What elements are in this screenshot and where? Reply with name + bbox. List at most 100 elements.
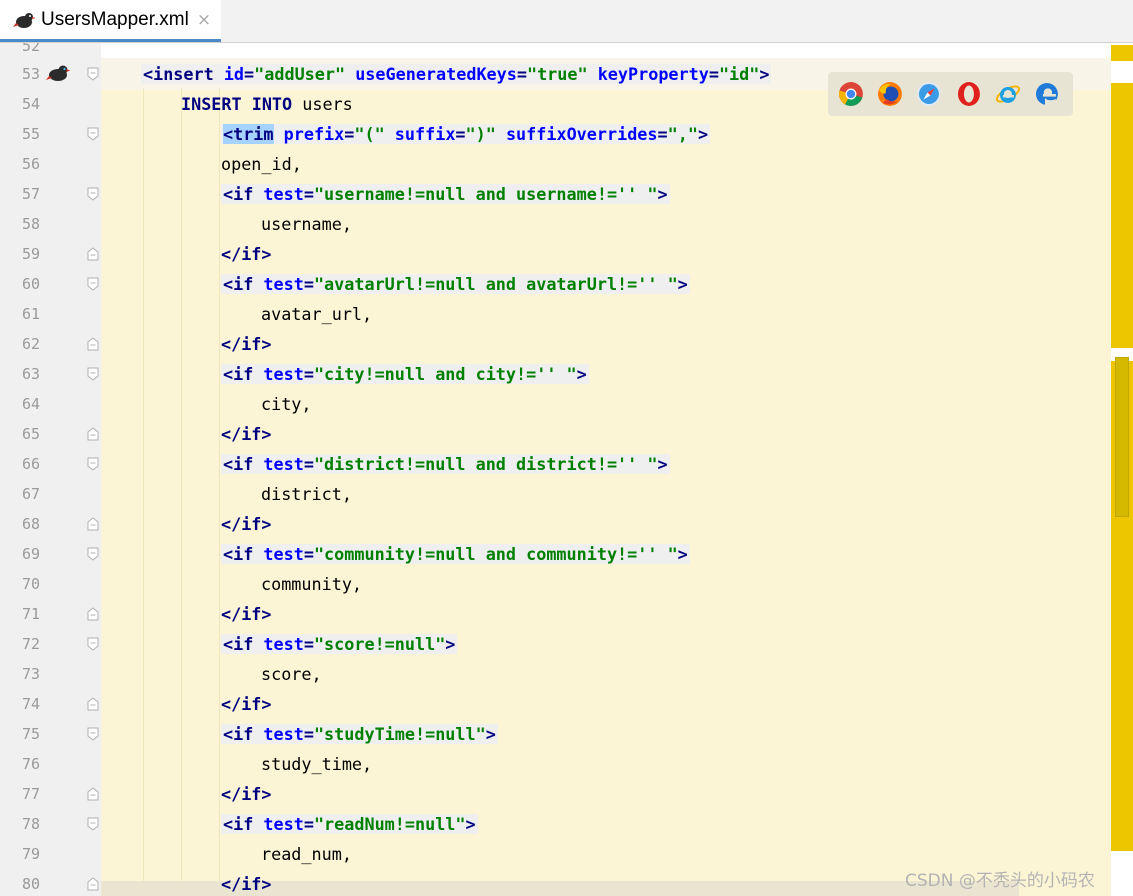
line-number: 63 xyxy=(21,365,40,383)
code-token: test xyxy=(263,724,304,744)
line-number: 72 xyxy=(21,635,40,653)
code-line[interactable]: </if> xyxy=(221,329,272,359)
close-icon[interactable]: × xyxy=(197,10,211,30)
code-token: </if> xyxy=(221,784,272,804)
fold-collapse-icon[interactable] xyxy=(87,367,99,381)
code-line[interactable]: username, xyxy=(261,209,352,239)
fold-end-icon[interactable] xyxy=(87,517,99,531)
line-number: 64 xyxy=(21,395,40,413)
code-text: </if> xyxy=(221,424,272,444)
code-token: = xyxy=(455,124,466,144)
code-text: </if> xyxy=(221,784,272,804)
line-number: 54 xyxy=(21,95,40,113)
watermark: CSDN @不秃头的小码农 xyxy=(905,871,1095,891)
code-token: INSERT INTO xyxy=(181,94,303,114)
code-text: </if> xyxy=(221,514,272,534)
code-line[interactable]: <if test="district!=null and district!='… xyxy=(221,449,670,479)
firefox-icon[interactable] xyxy=(877,81,903,107)
code-line[interactable]: </if> xyxy=(221,599,272,629)
code-line[interactable]: <if test="city!=null and city!='' "> xyxy=(221,359,589,389)
fold-end-icon[interactable] xyxy=(87,607,99,621)
code-line[interactable]: </if> xyxy=(221,779,272,809)
internet-explorer-icon[interactable] xyxy=(995,81,1021,107)
fold-end-icon[interactable] xyxy=(87,697,99,711)
xml-tag: <if test="avatarUrl!=null and avatarUrl!… xyxy=(221,274,690,294)
code-token: suffix xyxy=(394,124,456,144)
code-line[interactable]: avatar_url, xyxy=(261,299,372,329)
code-line[interactable]: <if test="studyTime!=null"> xyxy=(221,719,498,749)
line-number: 62 xyxy=(21,335,40,353)
code-token: "community!=null and community!='' " xyxy=(313,544,678,564)
code-token: = xyxy=(244,64,255,84)
code-line[interactable]: INSERT INTO users xyxy=(181,89,353,119)
fold-collapse-icon[interactable] xyxy=(87,277,99,291)
code-token: <if xyxy=(223,634,264,654)
fold-collapse-icon[interactable] xyxy=(87,187,99,201)
fold-end-icon[interactable] xyxy=(87,247,99,261)
fold-collapse-icon[interactable] xyxy=(87,817,99,831)
code-line[interactable]: community, xyxy=(261,569,362,599)
code-line[interactable]: <trim prefix="(" suffix=")" suffixOverri… xyxy=(221,119,711,149)
code-line[interactable]: <if test="username!=null and username!='… xyxy=(221,179,670,209)
fold-end-icon[interactable] xyxy=(87,427,99,441)
line-number: 78 xyxy=(21,815,40,833)
code-token: > xyxy=(677,544,688,564)
code-line[interactable]: </if> xyxy=(221,509,272,539)
xml-tag: <if test="community!=null and community!… xyxy=(221,544,690,564)
line-number: 75 xyxy=(21,725,40,743)
opera-icon[interactable] xyxy=(956,81,982,107)
code-token: </if> xyxy=(221,514,272,534)
fold-collapse-icon[interactable] xyxy=(87,727,99,741)
code-line[interactable]: <if test="community!=null and community!… xyxy=(221,539,690,569)
code-line[interactable]: <insert id="addUser" useGeneratedKeys="t… xyxy=(141,59,772,89)
code-token: = xyxy=(516,64,527,84)
code-line[interactable]: read_num, xyxy=(261,839,352,869)
code-line[interactable]: district, xyxy=(261,479,352,509)
line-number: 57 xyxy=(21,185,40,203)
tab-title: UsersMapper.xml xyxy=(41,8,189,30)
mybatis-bird-icon[interactable] xyxy=(46,63,70,83)
fold-collapse-icon[interactable] xyxy=(87,457,99,471)
code-line[interactable]: <if test="score!=null"> xyxy=(221,629,458,659)
error-stripe-scrollbar[interactable] xyxy=(1111,43,1133,896)
code-token: prefix xyxy=(283,124,345,144)
code-line[interactable]: </if> xyxy=(221,689,272,719)
code-token: = xyxy=(303,724,314,744)
code-token: </if> xyxy=(221,694,272,714)
line-number-gutter[interactable]: 52 53 54 55 56 57 58 59 60 61 62 63 64 65 66 67 68 69 70 7… xyxy=(0,43,101,896)
scrollbar-thumb[interactable] xyxy=(1115,357,1129,517)
fold-collapse-icon[interactable] xyxy=(87,127,99,141)
line-number: 56 xyxy=(21,155,40,173)
code-line[interactable]: </if> xyxy=(221,419,272,449)
xml-tag: <trim prefix="(" suffix=")" suffixOverri… xyxy=(221,124,711,144)
fold-end-icon[interactable] xyxy=(87,337,99,351)
code-line[interactable]: </if> xyxy=(221,869,272,896)
code-editor[interactable]: <insert id="addUser" useGeneratedKeys="t… xyxy=(101,43,1111,896)
xml-tag: <if test="score!=null"> xyxy=(221,634,458,654)
code-line[interactable]: score, xyxy=(261,659,322,689)
code-token: "true" xyxy=(526,64,598,84)
code-line[interactable]: <if test="avatarUrl!=null and avatarUrl!… xyxy=(221,269,690,299)
chrome-icon[interactable] xyxy=(838,81,864,107)
code-token: <if xyxy=(223,364,264,384)
code-token: "score!=null" xyxy=(313,634,446,654)
code-line[interactable]: city, xyxy=(261,389,312,419)
code-line[interactable]: </if> xyxy=(221,239,272,269)
tab-users-mapper[interactable]: UsersMapper.xml × xyxy=(0,0,221,42)
fold-end-icon[interactable] xyxy=(87,877,99,891)
code-text: open_id, xyxy=(221,154,302,174)
fold-collapse-icon[interactable] xyxy=(87,547,99,561)
code-token: <if xyxy=(223,454,264,474)
fold-end-icon[interactable] xyxy=(87,787,99,801)
code-token: suffixOverrides xyxy=(505,124,658,144)
fold-collapse-icon[interactable] xyxy=(87,67,99,81)
code-token: > xyxy=(759,64,770,84)
safari-icon[interactable] xyxy=(916,81,942,107)
code-line[interactable]: <if test="readNum!=null"> xyxy=(221,809,478,839)
code-line[interactable]: study_time, xyxy=(261,749,372,779)
code-token: "district!=null and district!='' " xyxy=(313,454,658,474)
code-token: </if> xyxy=(221,874,272,894)
edge-icon[interactable] xyxy=(1034,81,1060,107)
code-line[interactable]: open_id, xyxy=(221,149,302,179)
fold-collapse-icon[interactable] xyxy=(87,637,99,651)
